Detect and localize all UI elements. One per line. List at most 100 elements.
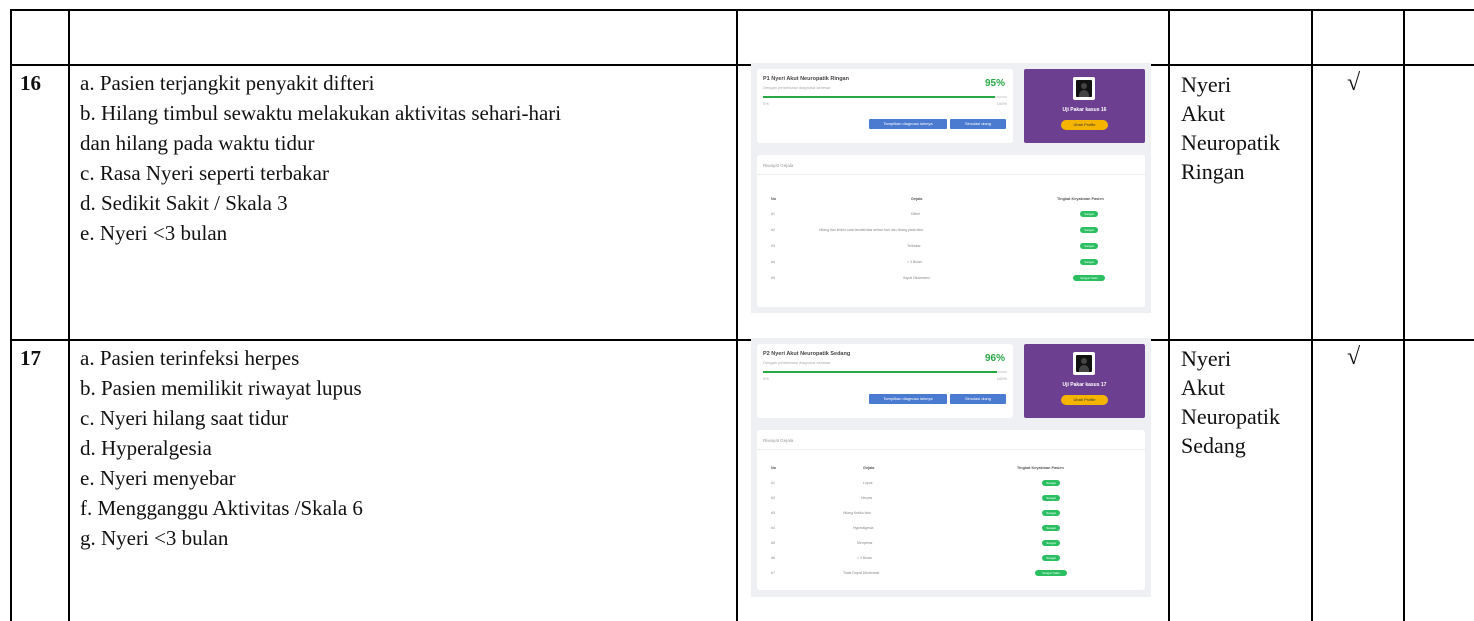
result-title: P2 Nyeri Akut Neuropatik Sedang	[763, 351, 851, 357]
history-row-badge: Sangat Yakin	[1073, 275, 1105, 281]
row-number: 17	[20, 346, 41, 370]
history-row-badge: Sangat	[1042, 555, 1060, 561]
row-number: 16	[20, 71, 41, 95]
app-screenshot: P1 Nyeri Akut Neuropatik Ringan Dengan p…	[751, 63, 1151, 313]
criteria-item: d. Hyperalgesia	[80, 436, 212, 460]
history-row-badge: Sangat	[1042, 510, 1060, 516]
progress-max-label: 100%	[996, 376, 1007, 381]
history-row-badge: Sangat	[1080, 211, 1098, 217]
history-row-no: #2	[771, 228, 775, 232]
progress-bar-fill	[763, 96, 995, 98]
result-percentage: 96%	[984, 353, 1005, 364]
history-row-no: #5	[771, 541, 775, 545]
history-row-no: #6	[771, 556, 775, 560]
history-row-symptom: Sapat Ditoleransi	[903, 276, 930, 280]
history-row-badge: Sangat	[1042, 540, 1060, 546]
criteria-item: g. Nyeri <3 bulan	[80, 526, 229, 550]
criteria-item: b. Hilang timbul sewaktu melakukan aktiv…	[80, 101, 562, 125]
history-row-badge: Sangat	[1042, 525, 1060, 531]
edit-profile-button[interactable]: Ubah Profile	[1061, 395, 1108, 405]
history-row-no: #4	[771, 526, 775, 530]
profile-name: Uji Pakar kasus 17	[1062, 382, 1107, 388]
history-row-no: #1	[771, 481, 775, 485]
col-divider-5	[1403, 9, 1405, 621]
app-screenshot: P2 Nyeri Akut Neuropatik Sedang Dengan p…	[751, 338, 1151, 597]
criteria-item: a. Pasien terinfeksi herpes	[80, 346, 300, 370]
document-page: 16 a. Pasien terjangkit penyakit difteri…	[0, 0, 1474, 621]
diagnosis-line: Neuropatik	[1181, 130, 1280, 155]
history-row-symptom: Terbakar	[907, 244, 921, 248]
table-border-top	[10, 9, 1474, 11]
history-card: Riwayat Gejala No Gejala Tingkat Keyakin…	[757, 155, 1145, 307]
profile-card: Uji Pakar kasus 17 Ubah Profile	[1024, 344, 1145, 418]
criteria-item: c. Rasa Nyeri seperti terbakar	[80, 161, 329, 185]
history-header-symptom: Gejala	[911, 197, 923, 201]
edit-profile-button[interactable]: Ubah Profile	[1061, 120, 1108, 130]
avatar	[1073, 352, 1095, 375]
history-card: Riwayat Gejala No Gejala Tingkat Keyakin…	[757, 430, 1145, 590]
col-divider-4	[1311, 9, 1313, 621]
criteria-item: b. Pasien memilikit riwayat lupus	[80, 376, 362, 400]
history-row-no: #1	[771, 212, 775, 216]
history-row-no: #7	[771, 571, 775, 575]
avatar	[1073, 77, 1095, 100]
profile-name: Uji Pakar kasus 16	[1062, 107, 1107, 113]
col-divider-2	[736, 9, 738, 621]
history-row-symptom: Hyperalgesia	[853, 526, 874, 530]
table-border-left	[10, 9, 12, 621]
history-header-symptom: Gejala	[863, 466, 875, 470]
history-row-no: #5	[771, 276, 775, 280]
diagnosis-line: Neuropatik	[1181, 404, 1280, 429]
diagnosis-line: Nyeri	[1181, 72, 1232, 97]
checkmark-icon: √	[1347, 70, 1361, 96]
history-row-symptom: Hilang dan timbul saat beraktivitas seha…	[819, 228, 924, 232]
checkmark-icon: √	[1347, 344, 1361, 370]
criteria-item: dan hilang pada waktu tidur	[80, 131, 315, 155]
progress-bar	[763, 96, 1007, 98]
result-subtitle: Dengan persentase diagnosa sebesar	[763, 360, 831, 365]
history-row-symptom: Difteri	[911, 212, 921, 216]
history-row-badge: Sangat	[1080, 243, 1098, 249]
criteria-item: c. Nyeri hilang saat tidur	[80, 406, 289, 430]
diagnosis-line: Ringan	[1181, 159, 1245, 184]
history-row-symptom: Hilang Ketika tidur	[843, 511, 872, 515]
history-header-confidence: Tingkat Keyakinan Pasien	[1057, 197, 1104, 201]
diagnosis-line: Nyeri	[1181, 346, 1232, 371]
diagnosis-result: Nyeri Akut Neuropatik Sedang	[1181, 344, 1280, 460]
history-header-confidence: Tingkat Keyakinan Pasien	[1017, 466, 1064, 470]
show-other-diagnoses-button[interactable]: Tampilkan diagnosa lainnya	[869, 119, 947, 129]
col-divider-1	[68, 9, 70, 621]
user-icon	[1076, 80, 1092, 97]
user-icon	[1076, 355, 1092, 372]
history-row-badge: Sangat	[1080, 227, 1098, 233]
history-header-no: No	[771, 197, 777, 201]
simulate-again-button[interactable]: Simulasi ulang	[950, 394, 1006, 404]
result-card: P1 Nyeri Akut Neuropatik Ringan Dengan p…	[757, 69, 1013, 143]
result-title: P1 Nyeri Akut Neuropatik Ringan	[763, 76, 849, 82]
history-row-symptom: < 3 Bulan	[907, 260, 922, 264]
diagnosis-line: Akut	[1181, 101, 1225, 126]
history-title: Riwayat Gejala	[763, 438, 794, 443]
criteria-list: a. Pasien terjangkit penyakit difteri b.…	[80, 68, 561, 248]
criteria-item: f. Mengganggu Aktivitas /Skala 6	[80, 496, 363, 520]
col-divider-3	[1168, 9, 1170, 621]
profile-card: Uji Pakar kasus 16 Ubah Profile	[1024, 69, 1145, 143]
diagnosis-line: Akut	[1181, 375, 1225, 400]
progress-max-label: 100%	[996, 101, 1007, 106]
history-title: Riwayat Gejala	[763, 163, 794, 168]
history-row-badge: Sangat	[1080, 259, 1098, 265]
history-row-symptom: Menyebar	[857, 541, 873, 545]
history-row-badge: Sangat	[1042, 480, 1060, 486]
table-border-row-17-top	[10, 339, 1474, 341]
history-row-no: #3	[771, 511, 775, 515]
diagnosis-line: Sedang	[1181, 433, 1246, 458]
simulate-again-button[interactable]: Simulasi ulang	[950, 119, 1006, 129]
history-row-symptom: Lupus	[863, 481, 873, 485]
progress-min-label: 0%	[763, 101, 769, 106]
history-row-symptom: Herpes	[861, 496, 873, 500]
history-row-symptom: < 3 Bulan	[857, 556, 872, 560]
show-other-diagnoses-button[interactable]: Tampilkan diagnosa lainnya	[869, 394, 947, 404]
progress-min-label: 0%	[763, 376, 769, 381]
result-card: P2 Nyeri Akut Neuropatik Sedang Dengan p…	[757, 344, 1013, 418]
history-row-symptom: Tidak Dapat Ditoleransi	[843, 571, 880, 575]
